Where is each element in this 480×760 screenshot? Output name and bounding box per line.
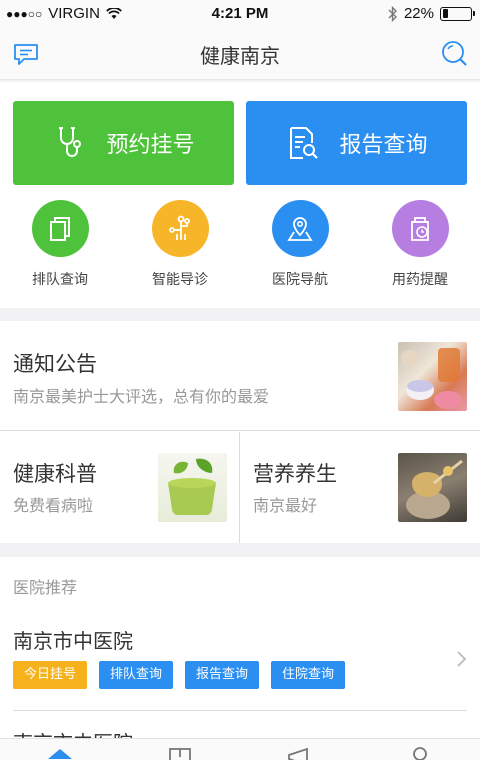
medical-icon[interactable] xyxy=(165,745,195,760)
status-right: 22% xyxy=(388,5,475,22)
section-label: 医院推荐 xyxy=(13,578,78,597)
health-title: 健康科普 xyxy=(13,462,97,486)
inpatient-tag[interactable]: 住院查询 xyxy=(271,661,346,689)
tab-bar xyxy=(0,738,480,760)
notice-subtitle: 南京最美护士大评选，总有你的最爱 xyxy=(13,387,270,406)
battery-icon xyxy=(440,6,475,21)
news-card: 通知公告 南京最美护士大评选，总有你的最爱 健康科普 免费看病啦 营养养生 南京… xyxy=(0,321,480,543)
home-icon[interactable] xyxy=(45,745,75,760)
shortcut-label: 用药提醒 xyxy=(392,272,448,288)
nutrition-subtitle: 南京最好 xyxy=(253,496,318,515)
shortcut-guide[interactable]: 智能导诊 xyxy=(120,200,240,300)
health-science-item[interactable]: 健康科普 免费看病啦 xyxy=(0,432,240,543)
nutrition-title: 营养养生 xyxy=(253,462,337,486)
pills-image xyxy=(398,342,467,411)
honey-image xyxy=(398,453,467,522)
bluetooth-icon xyxy=(388,5,397,22)
report-tag[interactable]: 报告查询 xyxy=(185,661,260,689)
user-icon[interactable] xyxy=(405,745,435,760)
shortcut-queue[interactable]: 排队查询 xyxy=(0,200,120,300)
notice-item[interactable]: 通知公告 南京最美护士大评选，总有你的最爱 xyxy=(0,321,480,431)
report-label: 报告查询 xyxy=(339,133,428,158)
battery-percent: 22% xyxy=(403,5,434,22)
queue-tag[interactable]: 排队查询 xyxy=(99,661,174,689)
appointment-label: 预约挂号 xyxy=(106,133,195,158)
divider xyxy=(13,710,467,711)
medicine-clock-icon xyxy=(391,200,449,257)
chevron-right-icon[interactable] xyxy=(456,650,468,668)
report-search-icon xyxy=(290,127,319,159)
search-icon[interactable] xyxy=(440,39,468,67)
queue-icon xyxy=(31,200,89,257)
nav-bar: 健康南京 xyxy=(0,28,480,80)
hospital-tags: 今日挂号 排队查询 报告查询 住院查询 xyxy=(13,661,346,689)
megaphone-icon[interactable] xyxy=(285,745,315,760)
battery-fill xyxy=(442,9,449,18)
health-subtitle: 免费看病啦 xyxy=(13,496,94,515)
quick-actions-card: 预约挂号 报告查询 排队查询 智能导诊 医院导航 用药提醒 xyxy=(0,82,480,308)
guide-icon xyxy=(151,200,209,257)
hospital-card: 医院推荐 南京市中医院 今日挂号 排队查询 报告查询 住院查询 南京市中医院 xyxy=(0,557,480,760)
status-bar: ●●●○○ VIRGIN 4:21 PM 22% xyxy=(0,0,480,28)
shortcut-medicine[interactable]: 用药提醒 xyxy=(360,200,480,300)
shortcut-label: 排队查询 xyxy=(32,272,88,288)
shortcut-navigation[interactable]: 医院导航 xyxy=(240,200,360,300)
shortcut-label: 智能导诊 xyxy=(152,272,208,288)
map-pin-icon xyxy=(271,200,329,257)
today-register-tag[interactable]: 今日挂号 xyxy=(13,661,88,689)
notice-title: 通知公告 xyxy=(13,352,97,376)
appointment-button[interactable]: 预约挂号 xyxy=(13,101,234,185)
shortcut-label: 医院导航 xyxy=(272,272,328,288)
nutrition-item[interactable]: 营养养生 南京最好 xyxy=(240,432,480,543)
green-tea-image xyxy=(158,453,227,522)
hospital-name[interactable]: 南京市中医院 xyxy=(13,625,133,654)
stethoscope-icon xyxy=(59,127,82,157)
report-button[interactable]: 报告查询 xyxy=(246,101,467,185)
shortcut-row: 排队查询 智能导诊 医院导航 用药提醒 xyxy=(0,200,480,300)
page-title: 健康南京 xyxy=(200,44,280,68)
